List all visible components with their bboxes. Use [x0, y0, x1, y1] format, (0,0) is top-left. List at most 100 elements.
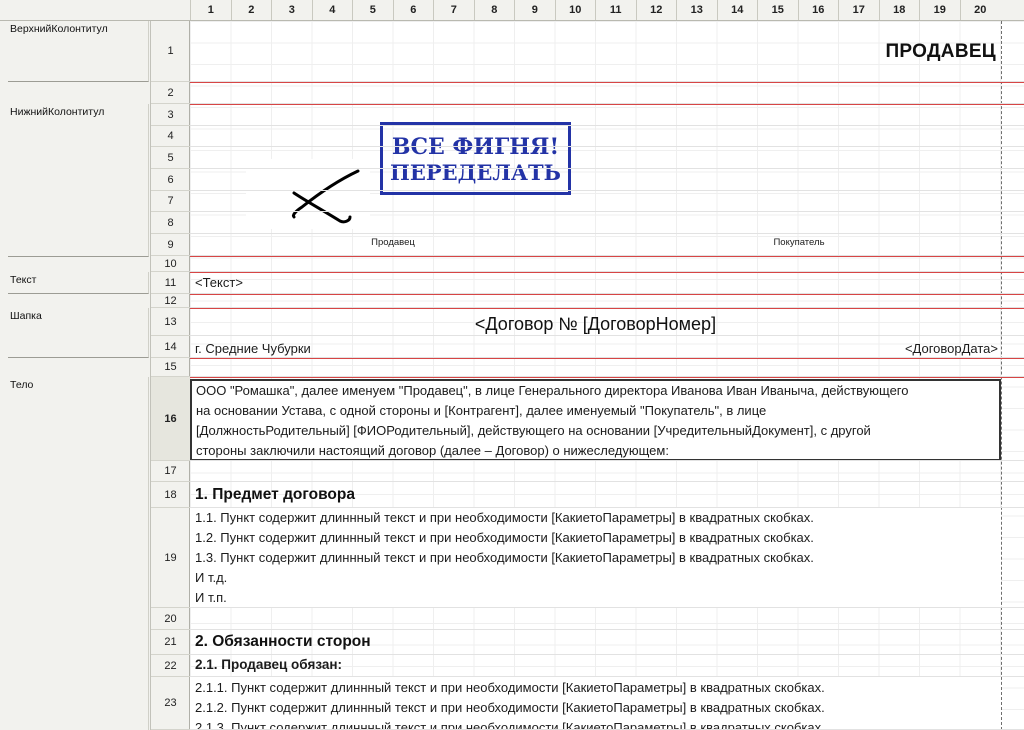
group-body[interactable]: Тело: [8, 377, 149, 730]
column-header[interactable]: 8: [473, 0, 515, 20]
contract-date-cell[interactable]: <ДоговорДата>: [905, 341, 998, 356]
row-header[interactable]: 14: [151, 336, 190, 358]
band-separator: [190, 294, 1024, 295]
column-header[interactable]: 13: [676, 0, 717, 20]
band-separator: [190, 104, 1024, 105]
column-header[interactable]: 4: [311, 0, 353, 20]
group-text[interactable]: Текст: [8, 272, 149, 294]
column-header[interactable]: 5: [352, 0, 393, 20]
row-header[interactable]: 16: [151, 377, 190, 461]
column-header[interactable]: 12: [635, 0, 677, 20]
stamp-line-1: ВСЕ ФИГНЯ!: [391, 134, 560, 160]
row-separator: [190, 507, 1024, 508]
intro-line: [ДолжностьРодительный] [ФИОРодительный],…: [196, 423, 871, 438]
band-separator: [190, 308, 1024, 309]
row-header[interactable]: 17: [151, 461, 190, 482]
intro-line: стороны заключили настоящий договор (дал…: [196, 443, 669, 458]
row-separator: [190, 629, 1024, 630]
seller-sign-label[interactable]: Продавец: [271, 237, 515, 248]
buyer-sign-label[interactable]: Покупатель: [677, 237, 921, 248]
column-header[interactable]: 1: [190, 0, 231, 20]
band-separator: [190, 272, 1024, 273]
section1-cell[interactable]: 1.1. Пункт содержит длиннный текст и при…: [190, 508, 1001, 608]
group-header[interactable]: ВерхнийКолонтитул: [8, 21, 149, 82]
row-header[interactable]: 23: [151, 677, 190, 730]
column-header[interactable]: 18: [878, 0, 920, 20]
column-header[interactable]: 20: [959, 0, 1001, 20]
column-header[interactable]: 3: [271, 0, 312, 20]
row-header[interactable]: 7: [151, 191, 190, 212]
section2-title[interactable]: 2. Обязанности сторон: [195, 633, 371, 651]
band-separator: [190, 82, 1024, 83]
section1-title[interactable]: 1. Предмет договора: [195, 486, 355, 504]
section2-line: 2.1.1. Пункт содержит длиннный текст и п…: [195, 680, 825, 695]
spreadsheet-area[interactable]: ПРОДАВЕЦ ВСЕ ФИГНЯ! ПЕРЕДЕЛАТЬ Продавец …: [190, 21, 1024, 730]
row-separator: [190, 607, 1024, 608]
text-param-cell[interactable]: <Текст>: [195, 275, 243, 290]
section1-line: 1.3. Пункт содержит длиннный текст и при…: [195, 550, 814, 565]
group-footer[interactable]: НижнийКолонтитул: [8, 104, 149, 257]
contract-title-cell[interactable]: <Договор № [ДоговорНомер]: [190, 314, 1001, 335]
row-header[interactable]: 19: [151, 508, 190, 608]
row-separator: [190, 335, 1024, 336]
row-header[interactable]: 2: [151, 82, 190, 104]
column-header[interactable]: 15: [757, 0, 798, 20]
row-separator: [190, 190, 1024, 191]
row-header[interactable]: 1: [151, 21, 190, 82]
row-header[interactable]: 9: [151, 234, 190, 256]
city-cell[interactable]: г. Средние Чубурки: [195, 341, 311, 356]
column-header[interactable]: 19: [919, 0, 960, 20]
section1-line: И т.д.: [195, 570, 228, 585]
row-header[interactable]: 15: [151, 358, 190, 377]
column-header[interactable]: 2: [230, 0, 272, 20]
column-header[interactable]: 11: [595, 0, 636, 20]
band-separator: [190, 256, 1024, 257]
ruler-corner: [0, 0, 190, 20]
section21-title[interactable]: 2.1. Продавец обязан:: [195, 657, 342, 672]
row-separator: [190, 654, 1024, 655]
column-header[interactable]: 9: [514, 0, 555, 20]
section2-line: 2.1.2. Пункт содержит длиннный текст и п…: [195, 700, 825, 715]
row-header[interactable]: 6: [151, 169, 190, 191]
row-separator: [190, 676, 1024, 677]
row-header[interactable]: 12: [151, 294, 190, 308]
row-header[interactable]: 18: [151, 482, 190, 508]
row-header[interactable]: 3: [151, 104, 190, 126]
row-number-column: 1 2 3 4 5 6 7 8 9 10 11 12 13 14 15 16 17 18 19 20 21 22 23: [150, 21, 190, 730]
signature-image: [246, 159, 370, 229]
row-separator: [190, 125, 1024, 126]
reject-stamp: ВСЕ ФИГНЯ! ПЕРЕДЕЛАТЬ: [380, 122, 571, 195]
column-header[interactable]: 14: [716, 0, 758, 20]
row-header[interactable]: 20: [151, 608, 190, 630]
row-header[interactable]: 21: [151, 630, 190, 655]
intro-selected-cell[interactable]: ООО "Ромашка", далее именуем "Продавец",…: [190, 379, 1001, 461]
row-header[interactable]: 5: [151, 147, 190, 169]
section1-line: И т.п.: [195, 590, 227, 605]
column-header[interactable]: 16: [797, 0, 839, 20]
row-header[interactable]: 13: [151, 308, 190, 336]
column-ruler: 1 2 3 4 5 6 7 8 9 10 11 12 13 14 15 16 17 18 19 20: [0, 0, 1024, 21]
row-separator: [190, 460, 1024, 461]
column-header[interactable]: 17: [838, 0, 879, 20]
row-separator: [190, 146, 1024, 147]
column-header[interactable]: 7: [433, 0, 474, 20]
section2-cell[interactable]: 2.1.1. Пункт содержит длиннный текст и п…: [190, 677, 1001, 730]
row-header[interactable]: 8: [151, 212, 190, 234]
stamp-line-2: ПЕРЕДЕЛАТЬ: [390, 160, 561, 185]
section1-line: 1.2. Пункт содержит длиннный текст и при…: [195, 530, 814, 545]
row-header[interactable]: 22: [151, 655, 190, 677]
row-header[interactable]: 10: [151, 256, 190, 272]
column-header[interactable]: 10: [554, 0, 596, 20]
row-header[interactable]: 11: [151, 272, 190, 294]
band-separator: [190, 358, 1024, 359]
row-separator: [190, 211, 1024, 212]
row-header[interactable]: 4: [151, 126, 190, 147]
intro-line: ООО "Ромашка", далее именуем "Продавец",…: [196, 383, 909, 398]
row-separator: [190, 233, 1024, 234]
band-separator: [190, 377, 1024, 378]
seller-header-cell[interactable]: ПРОДАВЕЦ: [885, 41, 996, 63]
group-cap[interactable]: Шапка: [8, 308, 149, 358]
intro-line: на основании Устава, с одной стороны и […: [196, 403, 767, 418]
section1-line: 1.1. Пункт содержит длиннный текст и при…: [195, 510, 814, 525]
column-header[interactable]: 6: [392, 0, 434, 20]
